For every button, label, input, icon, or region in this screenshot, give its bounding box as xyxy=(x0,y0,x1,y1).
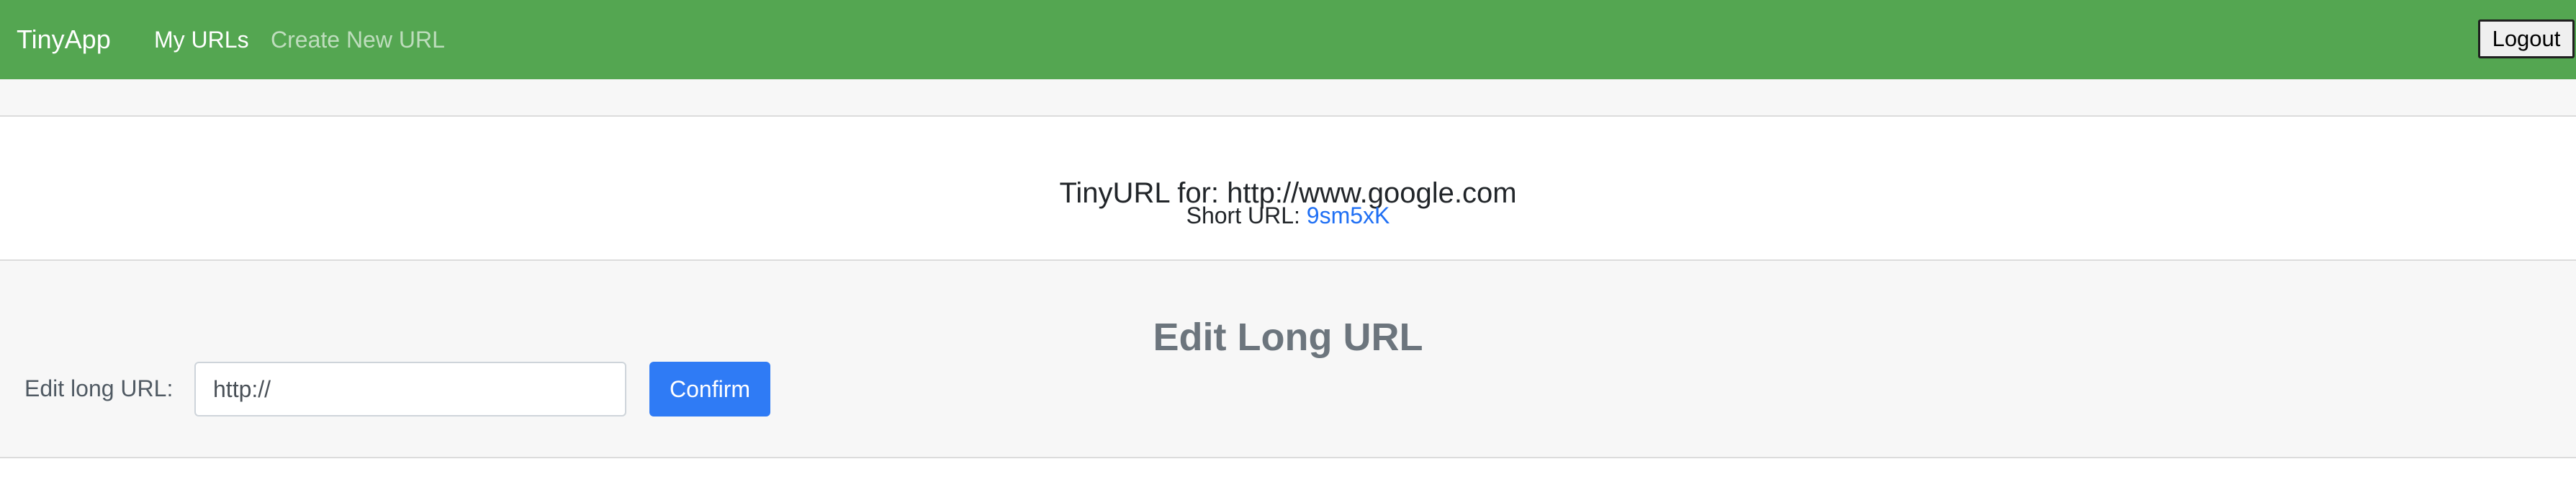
edit-url-section: Edit Long URL Edit long URL: Confirm xyxy=(0,261,2576,458)
short-url-label: Short URL: xyxy=(1186,202,1300,228)
confirm-button[interactable]: Confirm xyxy=(649,362,770,416)
page-header-strip xyxy=(0,79,2576,117)
brand-link[interactable]: TinyApp xyxy=(17,22,111,58)
nav-my-urls-link[interactable]: My URLs xyxy=(154,24,249,55)
long-url-input[interactable] xyxy=(194,362,626,416)
top-navbar: TinyApp My URLs Create New URL Logout xyxy=(0,0,2576,79)
logout-button[interactable]: Logout xyxy=(2478,19,2575,58)
short-url-link[interactable]: 9sm5xK xyxy=(1307,202,1390,228)
url-info-card: TinyURL for: http://www.google.com Short… xyxy=(0,117,2576,261)
short-url-line: Short URL: 9sm5xK xyxy=(0,200,2576,231)
edit-section-title: Edit Long URL xyxy=(1153,315,1423,359)
nav-create-new-url-link[interactable]: Create New URL xyxy=(271,24,445,55)
edit-long-url-label: Edit long URL: xyxy=(24,375,174,401)
